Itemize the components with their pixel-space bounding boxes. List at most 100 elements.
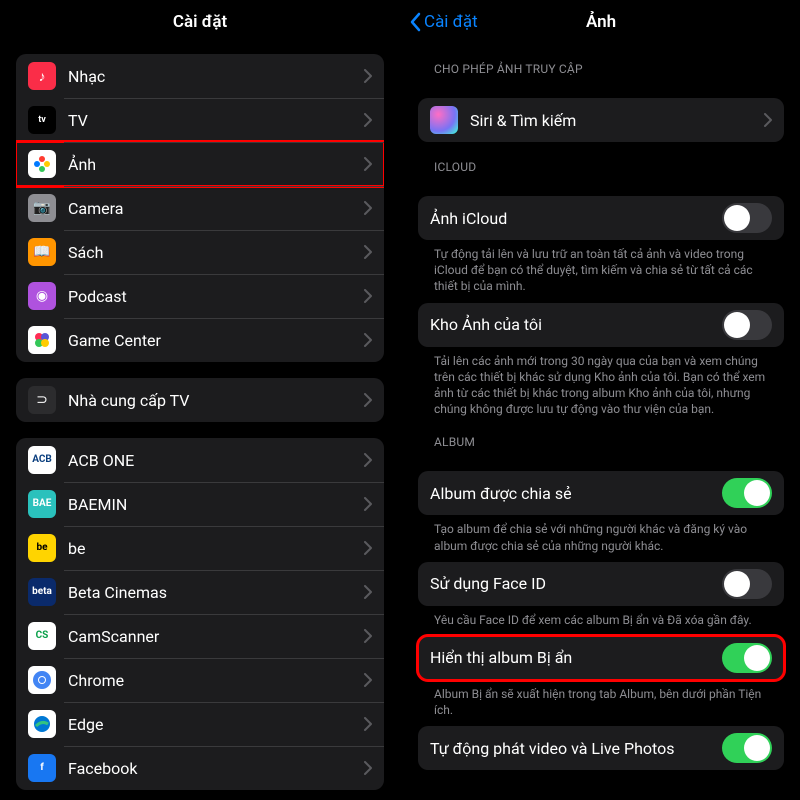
faceid-group: Sử dụng Face ID bbox=[418, 562, 784, 606]
row-label: Sách bbox=[68, 243, 364, 262]
siri-group: Siri & Tìm kiếm bbox=[418, 98, 784, 142]
shared-album-label: Album được chia sẻ bbox=[430, 484, 722, 503]
photos-settings-scroll[interactable]: CHO PHÉP ẢNH TRUY CẬP Siri & Tìm kiếm IC… bbox=[402, 44, 800, 800]
row-icloud-photos[interactable]: Ảnh iCloud bbox=[418, 196, 784, 240]
footer-mystream: Tải lên các ảnh mới trong 30 ngày qua củ… bbox=[418, 347, 784, 418]
phone-photos-settings: Cài đặt Ảnh CHO PHÉP ẢNH TRUY CẬP Siri &… bbox=[400, 0, 800, 800]
row-my-photostream[interactable]: Kho Ảnh của tôi bbox=[418, 303, 784, 347]
toggle-use-faceid[interactable] bbox=[722, 569, 772, 599]
row-label: Nhạc bbox=[68, 67, 364, 86]
row-acb-one[interactable]: ACB ACB ONE bbox=[16, 438, 384, 482]
row-podcast[interactable]: ◉ Podcast bbox=[16, 274, 384, 318]
footer-icloud-photos: Tự động tải lên và lưu trữ an toàn tất c… bbox=[418, 240, 784, 295]
app-icon: ACB bbox=[28, 446, 56, 474]
chevron-right-icon bbox=[364, 541, 372, 555]
row-siri-search[interactable]: Siri & Tìm kiếm bbox=[418, 98, 784, 142]
chevron-right-icon bbox=[764, 113, 772, 127]
app-icon bbox=[28, 326, 56, 354]
chevron-right-icon bbox=[364, 289, 372, 303]
third-party-apps-group: ACBACB ONEBAEBAEMINbebebetaBeta CinemasC… bbox=[16, 438, 384, 790]
chevron-right-icon bbox=[364, 393, 372, 407]
section-header-album: ALBUM bbox=[418, 417, 784, 455]
row-label: ACB ONE bbox=[68, 451, 364, 470]
footer-faceid: Yêu cầu Face ID để xem các album Bị ẩn v… bbox=[418, 606, 784, 628]
chevron-right-icon bbox=[364, 245, 372, 259]
shared-album-group: Album được chia sẻ bbox=[418, 471, 784, 515]
app-icon: CS bbox=[28, 622, 56, 650]
hidden-album-label: Hiển thị album Bị ẩn bbox=[430, 648, 722, 667]
row-label: Nhà cung cấp TV bbox=[68, 391, 364, 410]
app-icon: ◉ bbox=[28, 282, 56, 310]
row-edge[interactable]: Edge bbox=[16, 702, 384, 746]
chevron-right-icon bbox=[364, 157, 372, 171]
row-show-hidden-album[interactable]: Hiển thị album Bị ẩn bbox=[418, 636, 784, 680]
toggle-show-hidden-album[interactable] bbox=[722, 643, 772, 673]
row-nh-cung-c-p-tv[interactable]: ⊃ Nhà cung cấp TV bbox=[16, 378, 384, 422]
page-title: Cài đặt bbox=[173, 12, 227, 32]
row-label: be bbox=[68, 539, 364, 558]
icloud-photos-label: Ảnh iCloud bbox=[430, 209, 722, 228]
row-facebook[interactable]: f Facebook bbox=[16, 746, 384, 790]
apple-apps-group: ♪Nhạc tv TV Ảnh📷Camera📖Sách ◉ Podcast Game Cen… bbox=[16, 54, 384, 362]
chevron-right-icon bbox=[364, 113, 372, 127]
app-icon: f bbox=[28, 754, 56, 782]
hidden-album-group: Hiển thị album Bị ẩn bbox=[418, 636, 784, 680]
app-icon bbox=[28, 710, 56, 738]
row-label: Edge bbox=[68, 715, 364, 734]
header-left: Cài đặt bbox=[0, 0, 400, 44]
row-label: Podcast bbox=[68, 287, 364, 306]
chevron-right-icon bbox=[364, 629, 372, 643]
row-label: Chrome bbox=[68, 671, 364, 690]
autoplay-label: Tự động phát video và Live Photos bbox=[430, 739, 722, 758]
footer-shared-album: Tạo album để chia sẻ với những người khá… bbox=[418, 515, 784, 553]
toggle-shared-album[interactable] bbox=[722, 478, 772, 508]
app-icon: tv bbox=[28, 106, 56, 134]
siri-label: Siri & Tìm kiếm bbox=[470, 111, 764, 130]
back-button[interactable]: Cài đặt bbox=[410, 12, 478, 32]
footer-hidden-album: Album Bị ẩn sẽ xuất hiện trong tab Album… bbox=[418, 680, 784, 718]
section-header-icloud: ICLOUD bbox=[418, 142, 784, 180]
settings-scroll[interactable]: ♪Nhạc tv TV Ảnh📷Camera📖Sách ◉ Podcast Game Cen… bbox=[0, 44, 400, 800]
row-baemin[interactable]: BAEBAEMIN bbox=[16, 482, 384, 526]
row-beta-cinemas[interactable]: beta Beta Cinemas bbox=[16, 570, 384, 614]
page-title: Ảnh bbox=[586, 12, 616, 32]
row-label: TV bbox=[68, 111, 364, 130]
row-s-ch[interactable]: 📖Sách bbox=[16, 230, 384, 274]
chevron-left-icon bbox=[410, 12, 422, 32]
chevron-right-icon bbox=[364, 761, 372, 775]
row-game-center[interactable]: Game Center bbox=[16, 318, 384, 362]
chevron-right-icon bbox=[364, 717, 372, 731]
row-use-faceid[interactable]: Sử dụng Face ID bbox=[418, 562, 784, 606]
header-right: Cài đặt Ảnh bbox=[402, 0, 800, 44]
toggle-my-photostream[interactable] bbox=[722, 310, 772, 340]
row-autoplay[interactable]: Tự động phát video và Live Photos bbox=[418, 726, 784, 770]
chevron-right-icon bbox=[364, 333, 372, 347]
row-label: Game Center bbox=[68, 331, 364, 350]
app-icon: be bbox=[28, 534, 56, 562]
row-shared-album[interactable]: Album được chia sẻ bbox=[418, 471, 784, 515]
toggle-autoplay[interactable] bbox=[722, 733, 772, 763]
faceid-label: Sử dụng Face ID bbox=[430, 574, 722, 593]
toggle-icloud-photos[interactable] bbox=[722, 203, 772, 233]
icloud-photo-group: Ảnh iCloud bbox=[418, 196, 784, 240]
row-label: Beta Cinemas bbox=[68, 583, 364, 602]
app-icon: ⊃ bbox=[28, 386, 56, 414]
row--nh[interactable]: Ảnh bbox=[16, 142, 384, 186]
siri-icon bbox=[430, 106, 458, 134]
section-header-access: CHO PHÉP ẢNH TRUY CẬP bbox=[418, 44, 784, 82]
row-camera[interactable]: 📷Camera bbox=[16, 186, 384, 230]
app-icon bbox=[28, 666, 56, 694]
row-nh-c[interactable]: ♪Nhạc bbox=[16, 54, 384, 98]
chevron-right-icon bbox=[364, 453, 372, 467]
chevron-right-icon bbox=[364, 497, 372, 511]
row-label: Facebook bbox=[68, 759, 364, 778]
back-label: Cài đặt bbox=[424, 12, 478, 32]
row-label: CamScanner bbox=[68, 627, 364, 646]
row-tv[interactable]: tv TV bbox=[16, 98, 384, 142]
app-icon bbox=[28, 150, 56, 178]
mystream-label: Kho Ảnh của tôi bbox=[430, 315, 722, 334]
row-be[interactable]: bebe bbox=[16, 526, 384, 570]
row-chrome[interactable]: Chrome bbox=[16, 658, 384, 702]
app-icon: beta bbox=[28, 578, 56, 606]
row-camscanner[interactable]: CS CamScanner bbox=[16, 614, 384, 658]
